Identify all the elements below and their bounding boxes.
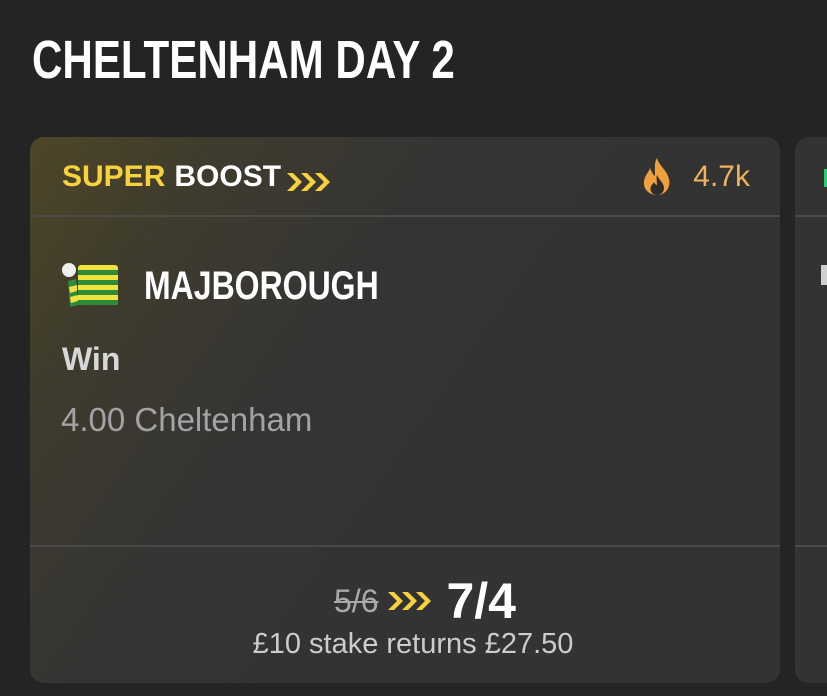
fire-icon xyxy=(641,157,673,197)
super-boost-card[interactable]: SUPER BOOST 4.7k MAJBOROUGH Win 4.00 Che… xyxy=(30,137,780,683)
boost-arrow-icon xyxy=(388,590,432,612)
jockey-silks-icon xyxy=(60,261,126,311)
horse-name: MAJBOROUGH xyxy=(144,264,379,308)
page-title: CHELTENHAM DAY 2 xyxy=(32,30,455,90)
original-odds: 5/6 xyxy=(334,583,379,619)
selection-row: MAJBOROUGH xyxy=(60,261,437,311)
next-card-divider xyxy=(795,215,827,217)
next-card-text-fragment xyxy=(821,265,827,285)
odds-divider xyxy=(30,545,780,547)
header-divider xyxy=(30,215,780,217)
boost-super-text: SUPER xyxy=(62,160,166,193)
race-info: 4.00 Cheltenham xyxy=(61,401,313,438)
boost-word-text: BOOST xyxy=(174,160,282,193)
next-card-peek[interactable] xyxy=(795,137,827,683)
popularity-count: 4.7k xyxy=(693,160,750,193)
next-card-divider-2 xyxy=(795,545,827,547)
popularity-indicator: 4.7k xyxy=(641,157,750,197)
stake-returns-text: £10 stake returns £27.50 xyxy=(252,628,574,660)
odds-button[interactable]: 5/6 7/4 xyxy=(30,573,780,629)
super-boost-label: SUPER BOOST xyxy=(62,159,331,195)
market-type: Win xyxy=(62,341,121,377)
card-header: SUPER BOOST 4.7k xyxy=(30,137,780,215)
boosted-odds: 7/4 xyxy=(446,573,516,629)
triple-chevron-right-icon xyxy=(287,166,331,191)
